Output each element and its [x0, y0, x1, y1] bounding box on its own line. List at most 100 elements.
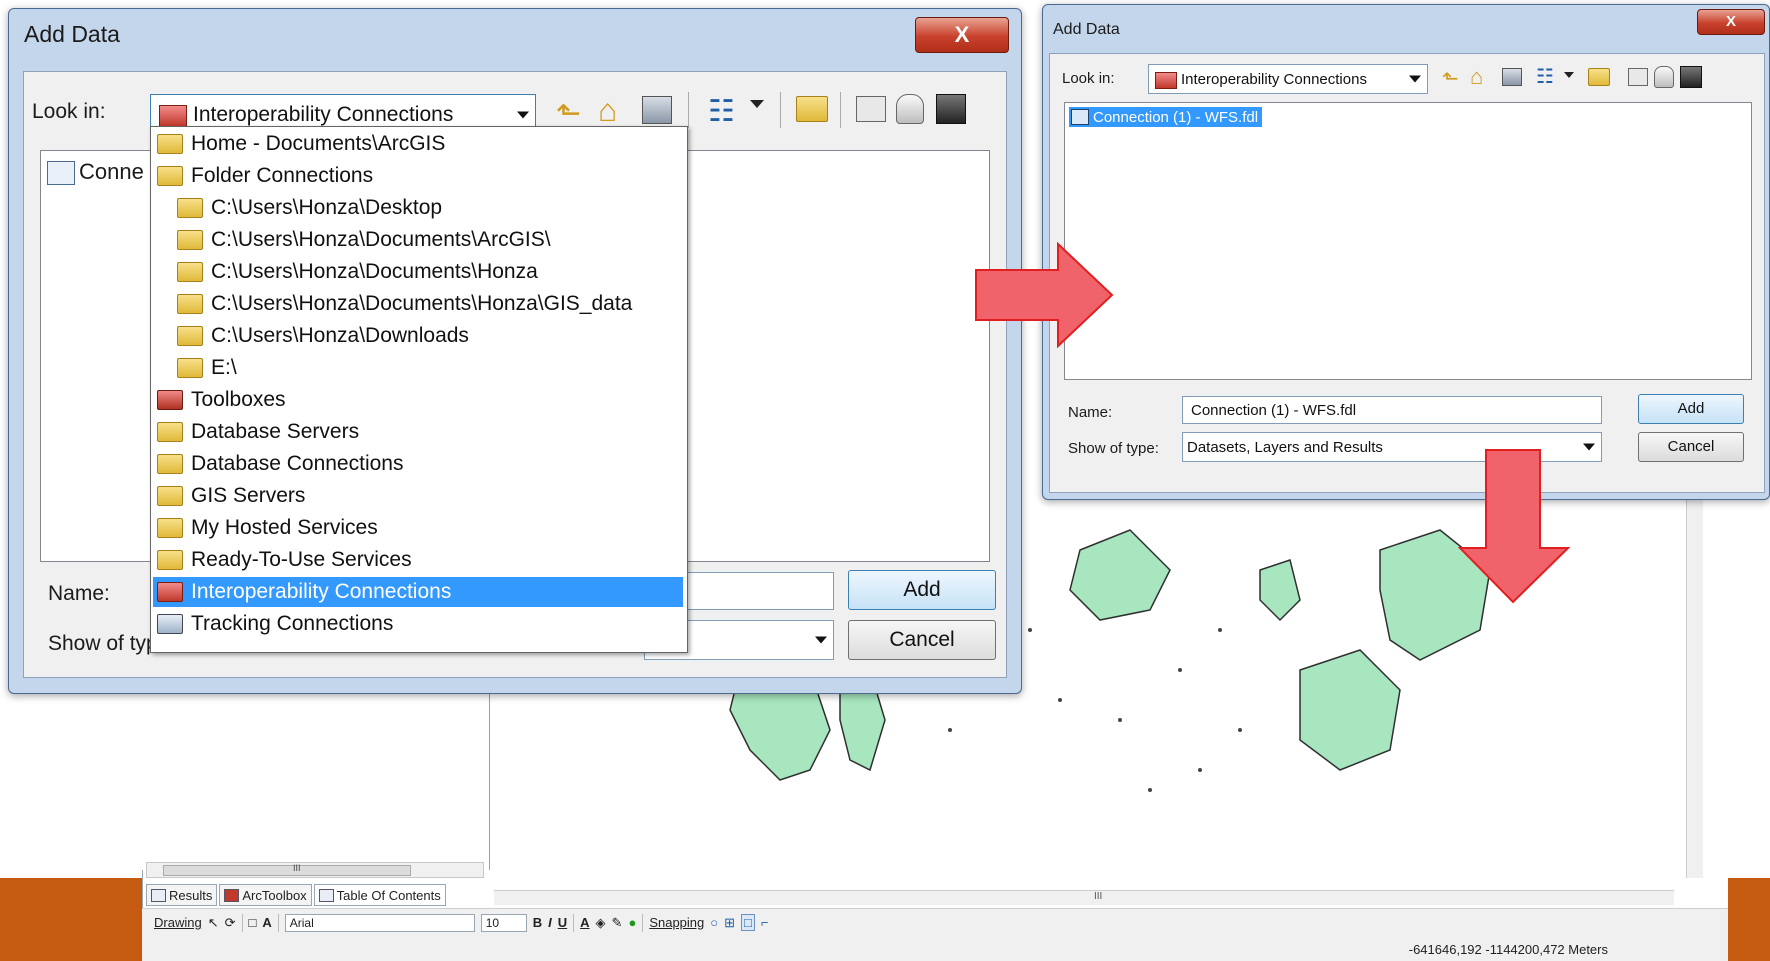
- list-view-icon[interactable]: ☷: [708, 94, 735, 129]
- dropdown-item-label: Folder Connections: [191, 164, 374, 187]
- toc-horizontal-scrollbar[interactable]: III: [146, 862, 484, 878]
- dropdown-item[interactable]: Ready-To-Use Services: [157, 545, 412, 575]
- font-color-icon[interactable]: A: [580, 915, 589, 930]
- toolbox-icon[interactable]: [1680, 66, 1702, 88]
- dropdown-item[interactable]: E:\: [177, 353, 237, 383]
- close-button[interactable]: X: [915, 17, 1009, 53]
- vertex-snapping-icon[interactable]: □: [741, 914, 755, 931]
- rotate-icon[interactable]: ⟳: [225, 915, 236, 931]
- dropdown-item-label: C:\Users\Honza\Documents\ArcGIS\: [211, 228, 551, 251]
- toc-tabs: Results ArcToolbox Table Of Contents: [146, 884, 446, 906]
- marker-color-icon[interactable]: ●: [628, 915, 636, 930]
- look-in-dropdown-list[interactable]: Home - Documents\ArcGIS Folder Connectio…: [150, 126, 688, 653]
- catalog-icon[interactable]: [642, 96, 672, 124]
- italic-button[interactable]: I: [548, 915, 552, 930]
- cancel-button[interactable]: Cancel: [1638, 432, 1744, 462]
- home-icon[interactable]: ⌂: [598, 92, 617, 129]
- gis-servers-icon: [157, 486, 183, 506]
- coordinates-readout: -641646,192 -1144200,472 Meters: [1408, 942, 1608, 957]
- dropdown-item-label: C:\Users\Honza\Documents\Honza\GIS_data: [211, 292, 633, 315]
- select-elements-icon[interactable]: ↖: [208, 915, 219, 931]
- drawing-menu[interactable]: Drawing: [154, 915, 202, 930]
- name-input[interactable]: Connection (1) - WFS.fdl: [1182, 396, 1602, 424]
- edge-snapping-icon[interactable]: ⌐: [761, 915, 769, 930]
- tab-arctoolbox[interactable]: ArcToolbox: [219, 884, 312, 906]
- folder-icon: [177, 326, 203, 346]
- dropdown-item[interactable]: C:\Users\Honza\Documents\Honza: [177, 257, 538, 287]
- new-folder-icon[interactable]: [856, 96, 886, 122]
- dropdown-item[interactable]: C:\Users\Honza\Documents\ArcGIS\: [177, 225, 551, 255]
- connect-to-folder-icon[interactable]: [796, 96, 828, 122]
- scroll-thumb[interactable]: [163, 865, 411, 876]
- show-type-value: Datasets, Layers and Results: [1187, 438, 1383, 456]
- bold-button[interactable]: B: [533, 915, 542, 930]
- map-vertical-scrollbar[interactable]: [1686, 490, 1703, 878]
- toolbox-icon[interactable]: [936, 94, 966, 124]
- folder-icon: [177, 294, 203, 314]
- dropdown-item-selected[interactable]: Interoperability Connections: [153, 577, 683, 607]
- snapping-menu[interactable]: Snapping: [649, 915, 704, 930]
- dropdown-item[interactable]: C:\Users\Honza\Desktop: [177, 193, 442, 223]
- view-options-chevron-icon[interactable]: [750, 100, 764, 108]
- look-in-value: Interoperability Connections: [1181, 70, 1367, 88]
- tab-results-label: Results: [169, 887, 213, 903]
- dialog-title: Add Data: [24, 21, 120, 47]
- new-folder-icon[interactable]: [1628, 68, 1648, 86]
- font-size-value: 10: [485, 915, 500, 930]
- look-in-select[interactable]: Interoperability Connections: [1148, 64, 1428, 94]
- dropdown-item[interactable]: GIS Servers: [157, 481, 305, 511]
- new-database-icon[interactable]: [896, 94, 924, 124]
- close-button[interactable]: X: [1697, 9, 1765, 35]
- connection-icon: [47, 161, 75, 185]
- chevron-down-icon: [815, 636, 827, 644]
- line-color-icon[interactable]: ✎: [612, 915, 623, 931]
- fill-color-icon[interactable]: ◈: [596, 915, 606, 931]
- home-icon[interactable]: ⌂: [1470, 64, 1483, 90]
- separator: [573, 913, 575, 932]
- scroll-grip: III: [293, 863, 301, 873]
- database-servers-icon: [157, 422, 183, 442]
- name-label: Name:: [48, 582, 110, 605]
- folder-icon: [177, 358, 203, 378]
- end-snapping-icon[interactable]: ⊞: [724, 915, 735, 931]
- dropdown-item[interactable]: C:\Users\Honza\Downloads: [177, 321, 469, 351]
- dropdown-item[interactable]: Home - Documents\ArcGIS: [157, 129, 445, 159]
- dropdown-item[interactable]: Database Servers: [157, 417, 359, 447]
- list-item-selected[interactable]: Connection (1) - WFS.fdl: [1069, 107, 1263, 127]
- folder-icon: [177, 230, 203, 250]
- rectangle-icon[interactable]: □: [249, 915, 257, 930]
- add-button[interactable]: Add: [848, 570, 996, 610]
- view-options-chevron-icon[interactable]: [1564, 72, 1574, 78]
- dropdown-item[interactable]: My Hosted Services: [157, 513, 378, 543]
- new-database-icon[interactable]: [1654, 66, 1674, 88]
- show-type-label: Show of typ: [48, 632, 158, 655]
- list-item-label: Connection (1) - WFS.fdl: [1093, 108, 1259, 126]
- tab-table-of-contents[interactable]: Table Of Contents: [313, 884, 446, 906]
- catalog-icon[interactable]: [1502, 68, 1522, 86]
- list-view-icon[interactable]: ☷: [1536, 64, 1554, 89]
- text-icon[interactable]: A: [262, 915, 271, 930]
- chevron-down-icon: [517, 111, 529, 119]
- cancel-button[interactable]: Cancel: [848, 620, 996, 660]
- connection-icon: [1071, 109, 1089, 125]
- add-button[interactable]: Add: [1638, 394, 1744, 424]
- dropdown-item[interactable]: Toolboxes: [157, 385, 286, 415]
- hosted-services-icon: [157, 518, 183, 538]
- contents-list[interactable]: Connection (1) - WFS.fdl: [1064, 102, 1752, 380]
- tab-results[interactable]: Results: [146, 884, 218, 906]
- dropdown-item[interactable]: Folder Connections: [157, 161, 373, 191]
- up-one-level-icon[interactable]: ⬑: [1442, 66, 1459, 91]
- down-arrow-graphic: [1458, 449, 1570, 604]
- point-snapping-icon[interactable]: ○: [710, 915, 718, 930]
- dropdown-item[interactable]: C:\Users\Honza\Documents\Honza\GIS_data: [177, 289, 632, 319]
- font-name-select[interactable]: Arial: [284, 913, 475, 932]
- dropdown-item[interactable]: Tracking Connections: [157, 609, 393, 639]
- separator: [688, 92, 689, 128]
- dropdown-item[interactable]: Database Connections: [157, 449, 403, 479]
- underline-button[interactable]: U: [558, 915, 567, 930]
- dropdown-item-label: Interoperability Connections: [191, 580, 452, 603]
- font-size-select[interactable]: 10: [480, 913, 527, 932]
- connect-to-folder-icon[interactable]: [1588, 68, 1610, 86]
- dialog-title: Add Data: [1053, 21, 1120, 38]
- map-horizontal-scrollbar[interactable]: III: [494, 890, 1674, 905]
